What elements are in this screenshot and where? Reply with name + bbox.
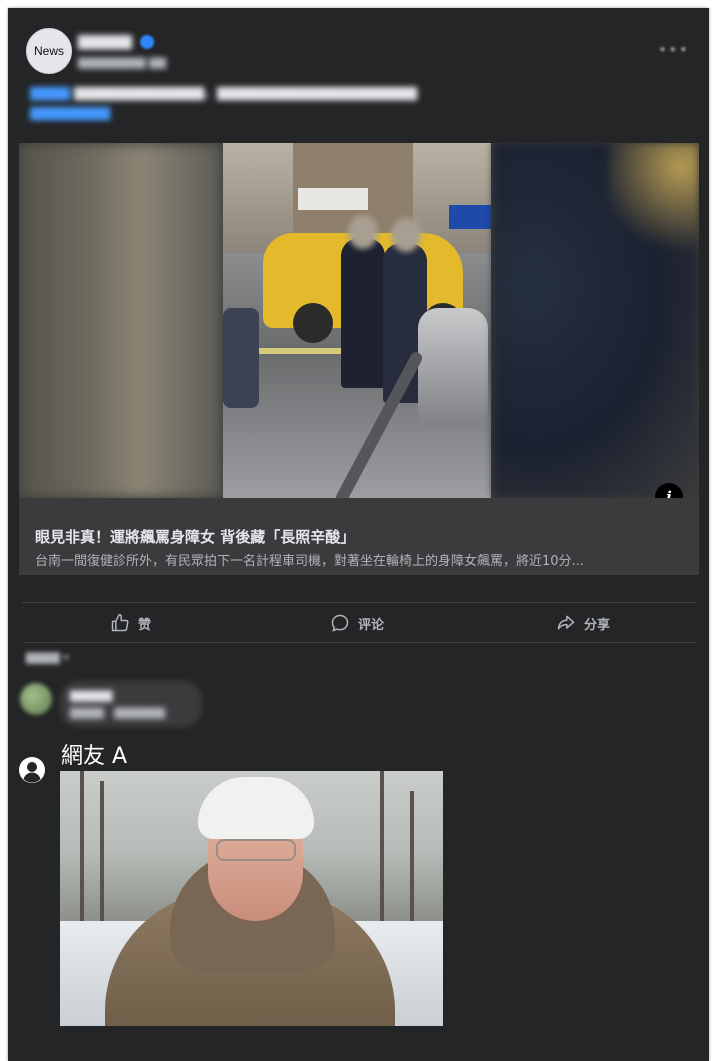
avatar-label: News bbox=[33, 44, 64, 58]
share-button[interactable]: 分享 bbox=[556, 604, 610, 642]
thumbs-up-icon bbox=[111, 613, 129, 632]
glasses bbox=[216, 839, 296, 861]
video-blur-left bbox=[19, 143, 222, 498]
more-options-icon[interactable]: ••• bbox=[658, 40, 689, 59]
divider bbox=[24, 642, 696, 643]
action-bar: 赞 评论 分享 bbox=[22, 604, 697, 642]
share-label: 分享 bbox=[584, 617, 611, 633]
comment-bubble-blurred: ▇▇▇▇▇ ▇▇▇▇ · ▇▇▇▇▇▇ bbox=[60, 681, 202, 727]
video-preview[interactable]: i bbox=[19, 143, 699, 498]
comment-label: 评论 bbox=[358, 617, 385, 633]
like-label: 赞 bbox=[138, 617, 152, 633]
video-frame[interactable] bbox=[223, 143, 491, 498]
person-figure bbox=[341, 238, 385, 388]
comment-bubble-icon bbox=[331, 614, 349, 632]
divider bbox=[22, 602, 697, 603]
page-name-blurred[interactable]: ▇▇▇▇▇ bbox=[78, 34, 132, 50]
post-timestamp-blurred[interactable]: ▇▇▇▇▇▇▇▇ ▇▇ bbox=[78, 56, 166, 69]
user-silhouette-icon bbox=[19, 757, 45, 783]
meme-photo[interactable] bbox=[60, 771, 443, 1026]
page-avatar[interactable]: News bbox=[26, 28, 72, 74]
verified-badge-icon bbox=[140, 35, 154, 49]
commenter-avatar-blurred[interactable] bbox=[20, 683, 52, 715]
post-text-blurred: ▇▇▇▇ ▇▇▇▇▇▇▇▇▇▇▇▇▇，▇▇▇▇▇▇▇▇▇▇▇▇▇▇▇▇▇▇▇▇ … bbox=[30, 86, 418, 121]
link-preview-box[interactable]: 眼見非真！運將飆罵身障女 背後藏「長照辛酸」 台南一間復健診所外，有民眾拍下一名… bbox=[19, 498, 699, 575]
link-title[interactable]: 眼見非真！運將飆罵身障女 背後藏「長照辛酸」 bbox=[35, 526, 355, 547]
comment-button[interactable]: 评论 bbox=[330, 604, 384, 642]
video-blur-right bbox=[493, 143, 699, 498]
facebook-post-card: News ▇▇▇▇▇ ▇▇▇▇▇▇▇▇ ▇▇ ••• ▇▇▇▇ ▇▇▇▇▇▇▇▇… bbox=[8, 8, 709, 1061]
like-button[interactable]: 赞 bbox=[110, 604, 151, 642]
share-arrow-icon bbox=[557, 615, 575, 630]
comment-sort-blurred[interactable]: ▇▇▇▇ ▾ bbox=[26, 651, 69, 664]
link-description: 台南一間復健診所外，有民眾拍下一名計程車司機，對著坐在輪椅上的身障女飆罵，將近1… bbox=[35, 554, 584, 569]
scooter bbox=[418, 308, 488, 428]
netizen-name[interactable]: 網友 A bbox=[61, 738, 127, 770]
